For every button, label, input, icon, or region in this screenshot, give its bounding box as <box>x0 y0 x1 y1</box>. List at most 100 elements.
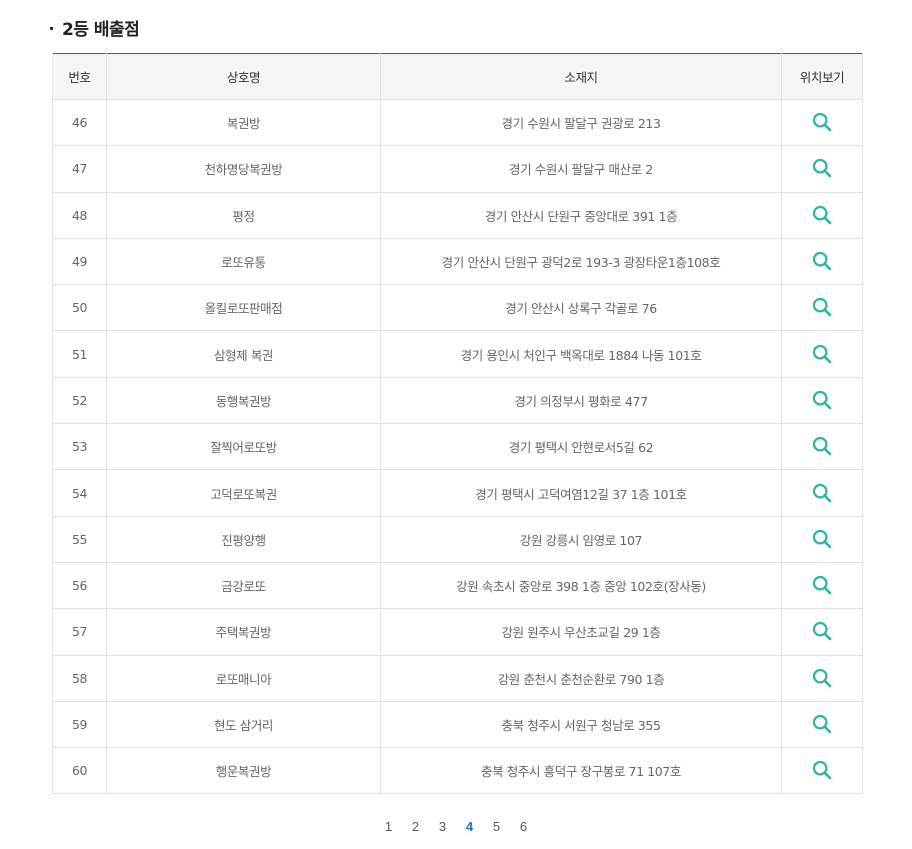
store-table-container: 번호 상호명 소재지 위치보기 46 복권방 경기 수원시 팔달구 권광로 213 4… <box>52 53 863 795</box>
cell-address: 경기 평택시 안현로서5길 62 <box>380 423 782 471</box>
table-row: 52 동행복권방 경기 의정부시 평화로 477 <box>52 376 863 425</box>
page-link-5[interactable]: 5 <box>483 819 510 834</box>
search-icon <box>812 251 832 271</box>
location-button[interactable] <box>810 619 834 643</box>
cell-store-name: 현도 삼거리 <box>106 700 381 749</box>
cell-location <box>781 145 863 193</box>
table-row: 51 삼형제 복권 경기 용인시 처인구 백옥대로 1884 나동 101호 <box>52 330 863 378</box>
location-button[interactable] <box>810 527 834 551</box>
location-button[interactable] <box>810 666 834 690</box>
cell-location <box>781 330 863 378</box>
cell-no: 55 <box>52 515 107 563</box>
search-icon <box>812 529 832 549</box>
bullet-icon <box>50 26 53 30</box>
cell-address: 강원 속초시 중앙로 398 1층 중앙 102호(장사동) <box>380 561 782 610</box>
table-row: 53 잘찍어로또방 경기 평택시 안현로서5길 62 <box>52 423 863 471</box>
search-icon <box>812 483 832 502</box>
cell-location <box>781 515 863 563</box>
page-link-3[interactable]: 3 <box>429 819 456 834</box>
table-row: 58 로또매니아 강원 춘천시 춘천순환로 790 1층 <box>52 654 863 702</box>
pagination: 123456 <box>0 814 912 838</box>
cell-address: 강원 원주시 우산초교길 29 1층 <box>380 608 782 656</box>
cell-store-name: 진평양행 <box>106 515 381 563</box>
cell-store-name: 복권방 <box>106 98 381 147</box>
cell-store-name: 동행복권방 <box>106 376 381 425</box>
page-link-1[interactable]: 1 <box>375 819 402 834</box>
cell-address: 경기 안산시 상록구 각골로 76 <box>380 284 782 332</box>
location-button[interactable] <box>810 573 834 597</box>
table-row: 56 금강로또 강원 속초시 중앙로 398 1층 중앙 102호(장사동) <box>52 561 863 610</box>
table-row: 48 평정 경기 안산시 단원구 중앙대로 391 1층 <box>52 191 863 239</box>
table-body: 46 복권방 경기 수원시 팔달구 권광로 213 47 천하명당복권방 경기 수원시 팔… <box>52 98 863 795</box>
table-row: 57 주택복권방 강원 원주시 우산초교길 29 1층 <box>52 608 863 656</box>
search-icon <box>812 668 832 688</box>
cell-address: 경기 수원시 팔달구 매산로 2 <box>380 145 782 193</box>
cell-store-name: 잘찍어로또방 <box>106 423 381 471</box>
location-button[interactable] <box>810 758 834 782</box>
page-link-2[interactable]: 2 <box>402 819 429 834</box>
cell-no: 58 <box>52 654 107 702</box>
location-button[interactable] <box>810 712 834 736</box>
cell-location <box>781 423 863 471</box>
cell-no: 47 <box>52 145 107 193</box>
cell-address: 경기 의정부시 평화로 477 <box>380 376 782 425</box>
search-icon <box>812 390 832 410</box>
page-link-6[interactable]: 6 <box>510 819 537 834</box>
header-location: 위치보기 <box>781 53 863 100</box>
cell-location <box>781 284 863 332</box>
location-button[interactable] <box>810 110 834 134</box>
cell-location <box>781 654 863 702</box>
search-icon <box>812 159 832 178</box>
search-icon <box>812 761 832 780</box>
location-button[interactable] <box>810 203 834 227</box>
section-title-text: 2등 배출점 <box>62 19 140 40</box>
table-header-row: 번호 상호명 소재지 위치보기 <box>52 53 863 100</box>
table-row: 50 올킬로또판매점 경기 안산시 상록구 각골로 76 <box>52 284 863 332</box>
location-button[interactable] <box>810 156 834 180</box>
cell-store-name: 금강로또 <box>106 561 381 610</box>
location-button[interactable] <box>810 295 834 319</box>
location-button[interactable] <box>810 481 834 505</box>
cell-location <box>781 747 863 795</box>
cell-store-name: 고덕로또복권 <box>106 469 381 517</box>
cell-store-name: 올킬로또판매점 <box>106 284 381 332</box>
cell-no: 48 <box>52 191 107 239</box>
search-icon <box>812 437 832 456</box>
search-icon <box>812 714 832 734</box>
cell-no: 57 <box>52 608 107 656</box>
search-icon <box>812 622 832 641</box>
location-button[interactable] <box>810 434 834 458</box>
cell-no: 52 <box>52 376 107 425</box>
search-icon <box>812 576 832 595</box>
table-row: 59 현도 삼거리 충북 청주시 서원구 청남로 355 <box>52 700 863 749</box>
cell-location <box>781 237 863 286</box>
cell-store-name: 평정 <box>106 191 381 239</box>
search-icon <box>812 113 832 132</box>
cell-address: 충북 청주시 흥덕구 장구봉로 71 107호 <box>380 747 782 795</box>
cell-no: 49 <box>52 237 107 286</box>
table-row: 46 복권방 경기 수원시 팔달구 권광로 213 <box>52 98 863 147</box>
cell-no: 50 <box>52 284 107 332</box>
table-row: 54 고덕로또복권 경기 평택시 고덕여염12길 37 1층 101호 <box>52 469 863 517</box>
location-button[interactable] <box>810 388 834 412</box>
search-icon <box>812 298 832 317</box>
cell-location <box>781 700 863 749</box>
table-row: 47 천하명당복권방 경기 수원시 팔달구 매산로 2 <box>52 145 863 193</box>
header-name: 상호명 <box>106 53 381 100</box>
cell-location <box>781 561 863 610</box>
cell-address: 경기 평택시 고덕여염12길 37 1층 101호 <box>380 469 782 517</box>
cell-store-name: 천하명당복권방 <box>106 145 381 193</box>
cell-address: 경기 안산시 단원구 광덕2로 193-3 광장타운1층108호 <box>380 237 782 286</box>
search-icon <box>812 344 832 363</box>
cell-no: 54 <box>52 469 107 517</box>
page-link-4[interactable]: 4 <box>456 819 483 834</box>
location-button[interactable] <box>810 342 834 366</box>
cell-no: 46 <box>52 98 107 147</box>
cell-no: 59 <box>52 700 107 749</box>
location-button[interactable] <box>810 249 834 273</box>
cell-address: 경기 안산시 단원구 중앙대로 391 1층 <box>380 191 782 239</box>
header-no: 번호 <box>52 53 107 100</box>
cell-store-name: 주택복권방 <box>106 608 381 656</box>
cell-store-name: 삼형제 복권 <box>106 330 381 378</box>
cell-store-name: 로또유통 <box>106 237 381 286</box>
